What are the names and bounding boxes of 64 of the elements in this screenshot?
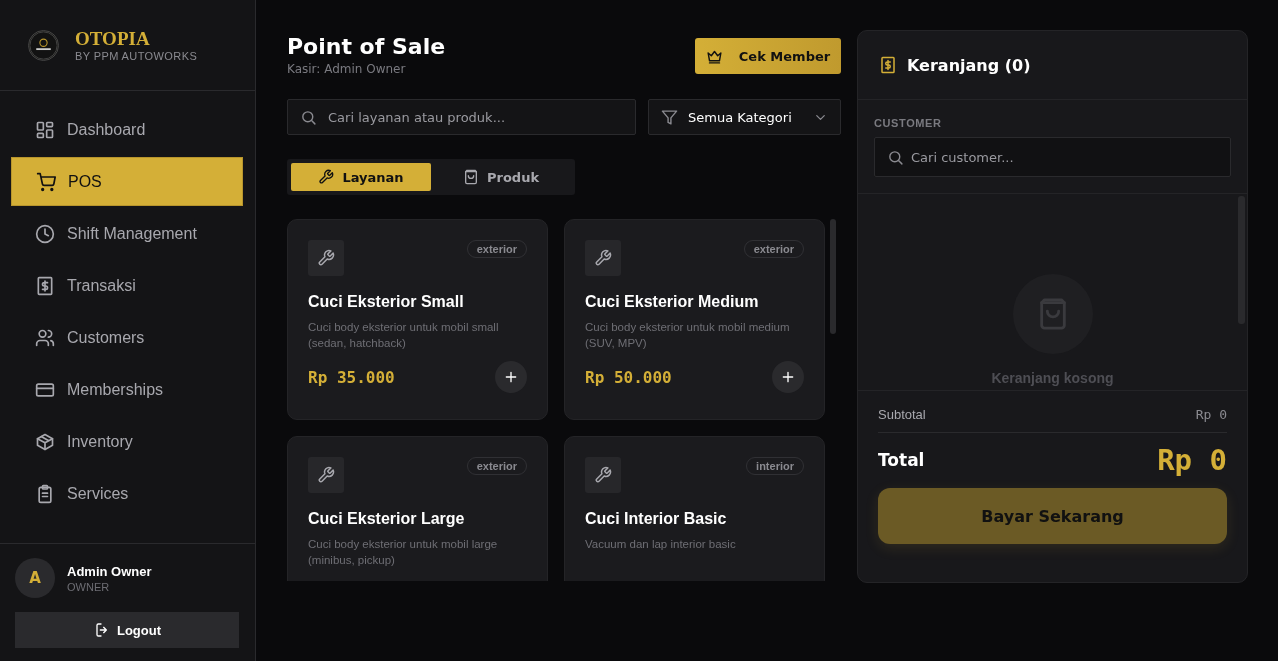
receipt-icon	[879, 56, 897, 74]
product-description: Vacuum dan lap interior basic	[585, 537, 737, 552]
add-button[interactable]	[772, 361, 804, 393]
user-role: OWNER	[67, 580, 111, 593]
wrench-icon	[317, 249, 335, 267]
brand-tagline: BY PPM AUTOWORKS	[75, 50, 198, 62]
product-card[interactable]: exterior Cuci Eksterior Medium Cuci body eksterior untuk mobil medium (SUV, MPV) Rp 50.000	[564, 219, 825, 420]
receipt-icon	[35, 275, 55, 296]
scrollbar[interactable]	[830, 219, 836, 334]
grid-icon	[35, 119, 55, 140]
product-price: Rp 50.000	[585, 367, 672, 387]
sidebar-item[interactable]: Customers	[11, 313, 243, 362]
search-field[interactable]: Cari layanan atau produk...	[287, 99, 636, 135]
product-card[interactable]: exterior Cuci Eksterior Small Cuci body eksterior untuk mobil small (sedan, hatchback) Rp 35.000	[287, 219, 548, 420]
plus-icon	[503, 369, 519, 385]
sidebar-item[interactable]: Transaksi	[11, 261, 243, 310]
product-description: Cuci body eksterior untuk mobil large (minibus, pickup)	[308, 537, 499, 568]
wrench-icon	[594, 466, 612, 484]
wrench-icon	[318, 169, 335, 185]
sidebar-item[interactable]: Inventory	[11, 417, 243, 466]
tab[interactable]: Produk	[431, 163, 571, 191]
product-description: Cuci body eksterior untuk mobil small (sedan, hatchback)	[308, 320, 500, 351]
category-dropdown[interactable]: Semua Kategori	[648, 99, 841, 135]
customer-label: CUSTOMER	[874, 117, 943, 129]
shopping-bag-icon	[462, 169, 479, 185]
wrench-icon	[594, 249, 612, 267]
plus-icon	[780, 369, 796, 385]
sidebar-item[interactable]: Dashboard	[11, 105, 243, 154]
product-name: Cuci Eksterior Small	[308, 293, 465, 311]
cart-title: Keranjang (0)	[907, 55, 1031, 75]
product-name: Cuci Interior Basic	[585, 510, 728, 528]
product-name: Cuci Eksterior Large	[308, 510, 466, 528]
total-value: Rp 0	[1157, 443, 1227, 477]
product-name: Cuci Eksterior Medium	[585, 293, 760, 311]
empty-cart-message: Keranjang kosong	[991, 370, 1114, 386]
product-description: Cuci body eksterior untuk mobil medium (SUV, MPV)	[585, 320, 791, 351]
tab[interactable]: Layanan	[291, 163, 431, 191]
box-icon	[35, 431, 55, 452]
product-price: Rp 35.000	[308, 367, 395, 387]
wrench-icon	[317, 466, 335, 484]
logo-icon	[28, 29, 59, 61]
logout-button[interactable]: Logout	[15, 612, 239, 648]
cashier-label: Kasir: Admin Owner	[287, 62, 407, 76]
subtotal-value: Rp 0	[1195, 407, 1227, 422]
clipboard-icon	[35, 483, 55, 504]
total-label: Total	[878, 450, 925, 470]
customer-search-field[interactable]: Cari customer...	[874, 137, 1231, 177]
users-icon	[35, 327, 55, 348]
clock-icon	[35, 223, 55, 244]
avatar: A	[15, 558, 55, 598]
page-title: Point of Sale	[287, 34, 446, 60]
cart-icon	[36, 171, 56, 192]
brand-name: OTOPIA	[75, 28, 151, 50]
check-member-button[interactable]: Cek Member	[695, 38, 841, 74]
add-button[interactable]	[495, 361, 527, 393]
user-name: Admin Owner	[67, 563, 152, 579]
product-card[interactable]: interior Cuci Interior Basic Vacuum dan lap interior basic	[564, 436, 825, 581]
product-card[interactable]: exterior Cuci Eksterior Large Cuci body eksterior untuk mobil large (minibus, pickup)	[287, 436, 548, 581]
sidebar-item[interactable]: Services	[11, 469, 243, 518]
subtotal-label: Subtotal	[878, 407, 926, 422]
sidebar-item[interactable]: POS	[11, 157, 243, 206]
filter-icon	[661, 108, 678, 126]
sidebar-item[interactable]: Shift Management	[11, 209, 243, 258]
sidebar-item[interactable]: Memberships	[11, 365, 243, 414]
